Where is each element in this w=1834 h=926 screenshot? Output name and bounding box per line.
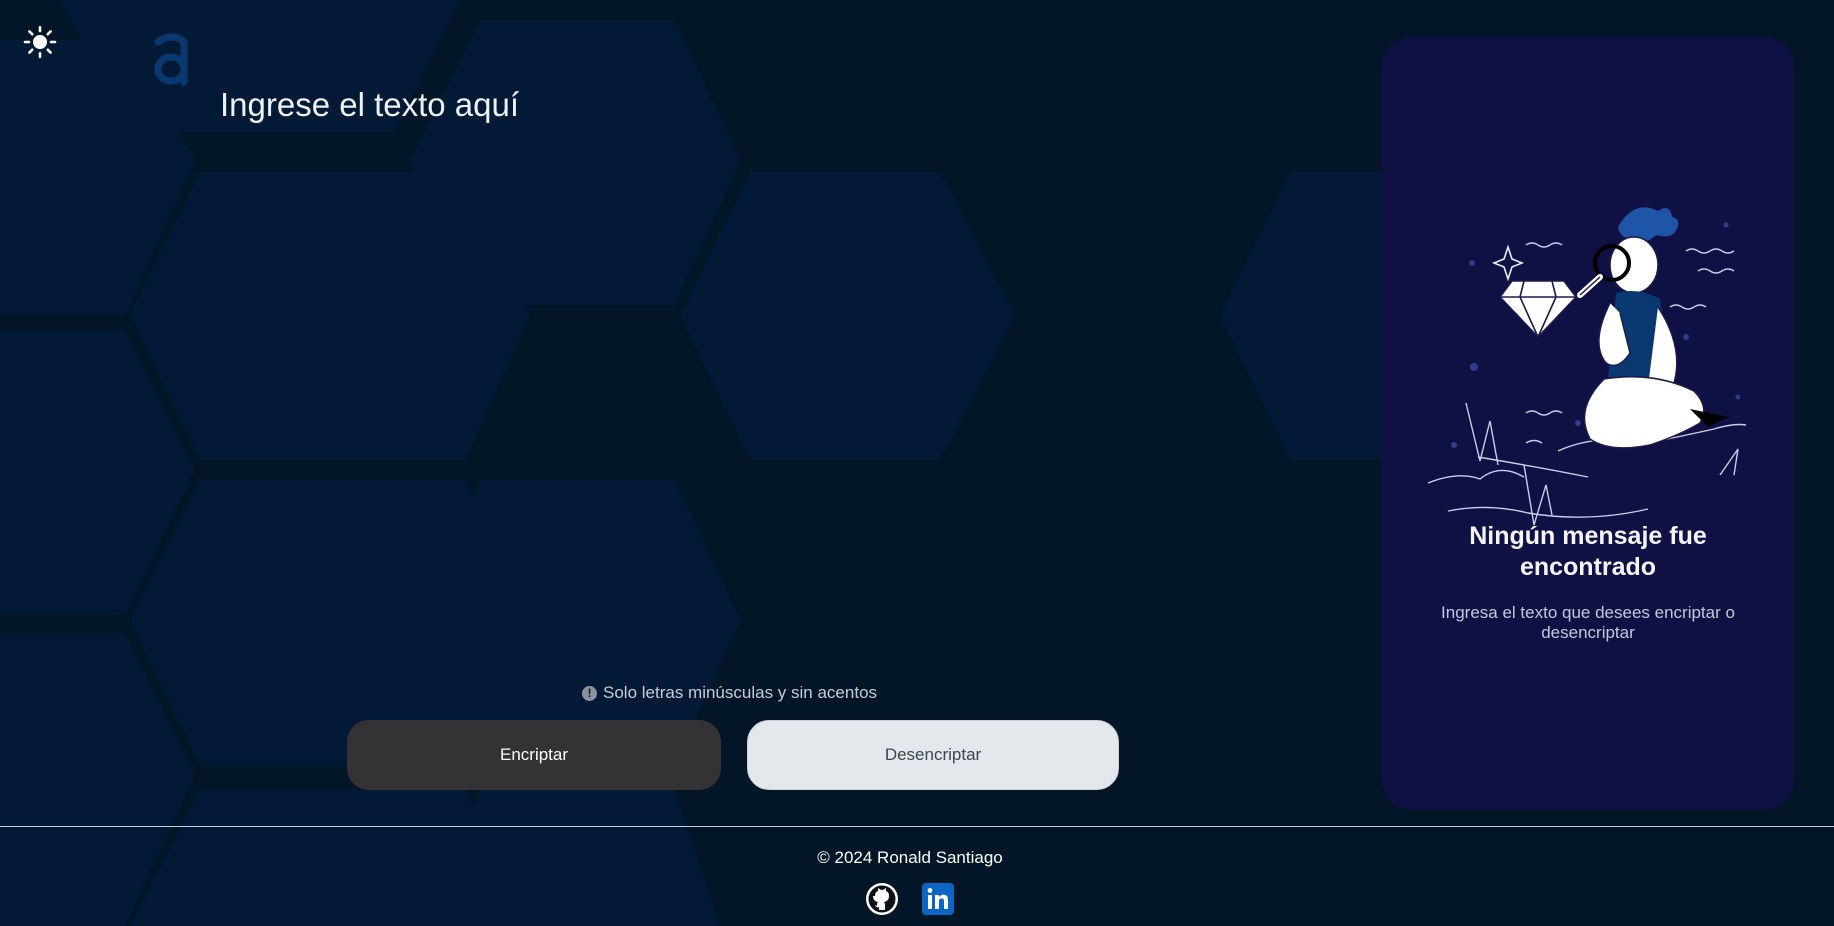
theme-toggle-button[interactable] (18, 20, 62, 64)
empty-state-illustration (1427, 207, 1747, 526)
sun-icon (23, 25, 57, 59)
github-icon (866, 883, 898, 915)
text-input[interactable] (220, 86, 1320, 646)
input-hint: ! Solo letras minúsculas y sin acentos (582, 680, 1002, 706)
alura-logo (150, 28, 194, 92)
empty-state-title: Ningún mensaje fue encontrado (1469, 522, 1707, 581)
hint-text: Solo letras minúsculas y sin acentos (603, 683, 878, 702)
empty-state-subtitle: Ingresa el texto que desees encriptar o … (1441, 603, 1735, 642)
copyright-text: © 2024 Ronald Santiago (817, 848, 1003, 867)
result-panel: Ningún mensaje fue encontrado Ingresa el… (1381, 37, 1795, 810)
footer-divider (0, 826, 1834, 827)
exclamation-circle-icon: ! (582, 685, 597, 701)
linkedin-icon (922, 883, 954, 915)
decrypt-button[interactable]: Desencriptar (747, 720, 1119, 790)
linkedin-link[interactable] (919, 880, 957, 918)
alura-logo-icon (154, 33, 188, 86)
github-link[interactable] (863, 880, 901, 918)
encrypt-button[interactable]: Encriptar (347, 720, 721, 790)
